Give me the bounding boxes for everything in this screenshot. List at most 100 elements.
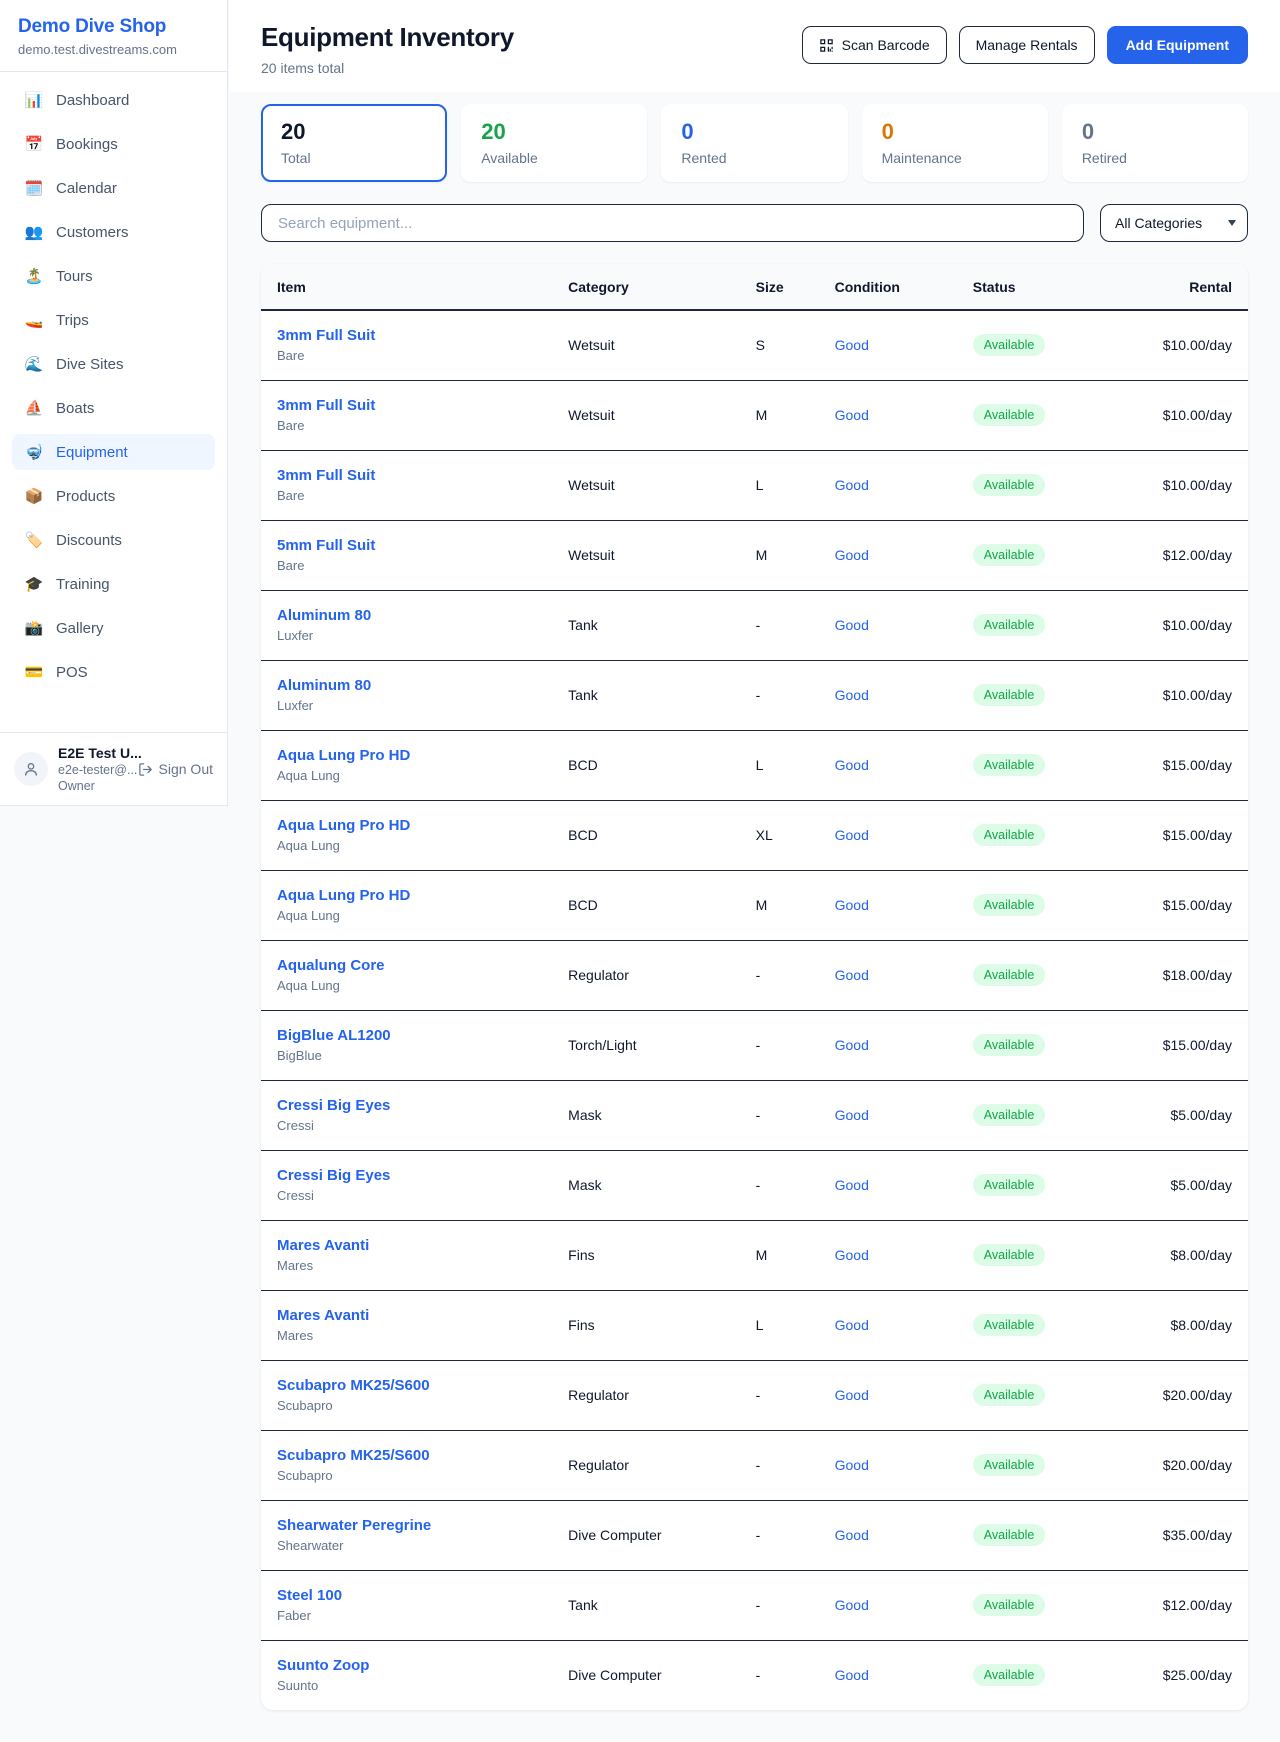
status-badge: Available — [973, 1104, 1046, 1126]
item-link[interactable]: Cressi Big Eyes — [277, 1097, 390, 1114]
item-condition-link[interactable]: Good — [835, 407, 869, 423]
item-condition-link[interactable]: Good — [835, 1107, 869, 1123]
content-area: 20 Total 20 Available 0 Rented 0 — [229, 92, 1280, 1738]
item-condition-cell: Good — [819, 520, 957, 590]
item-cell: Mares Avanti Mares — [261, 1220, 552, 1290]
item-condition-link[interactable]: Good — [835, 827, 869, 843]
item-link[interactable]: Aluminum 80 — [277, 677, 371, 694]
sidebar-item[interactable]: 💳 POS — [12, 654, 215, 690]
item-cell: Aqualung Core Aqua Lung — [261, 940, 552, 1010]
sidebar-item[interactable]: 🚤 Trips — [12, 302, 215, 338]
item-link[interactable]: Scubapro MK25/S600 — [277, 1377, 430, 1394]
stat-card[interactable]: 0 Maintenance — [862, 104, 1048, 182]
item-link[interactable]: BigBlue AL1200 — [277, 1027, 391, 1044]
page-header: Equipment Inventory 20 items total Scan … — [229, 0, 1280, 92]
item-condition-link[interactable]: Good — [835, 1317, 869, 1333]
manage-rentals-button[interactable]: Manage Rentals — [959, 26, 1095, 64]
item-status-cell: Available — [957, 800, 1105, 870]
item-size: - — [740, 940, 819, 1010]
sidebar-item[interactable]: 🤿 Equipment — [12, 434, 215, 470]
item-cell: BigBlue AL1200 BigBlue — [261, 1010, 552, 1080]
item-status-cell: Available — [957, 1290, 1105, 1360]
nav-item-icon: 🚤 — [24, 311, 44, 329]
shop-name[interactable]: Demo Dive Shop — [18, 16, 209, 38]
item-category: BCD — [552, 730, 740, 800]
item-condition-link[interactable]: Good — [835, 1037, 869, 1053]
item-condition-link[interactable]: Good — [835, 757, 869, 773]
item-link[interactable]: 3mm Full Suit — [277, 397, 375, 414]
table-row: 3mm Full Suit Bare Wetsuit M Good Availa… — [261, 380, 1248, 450]
sign-out-icon — [138, 762, 153, 777]
status-badge: Available — [973, 754, 1046, 776]
sidebar-item[interactable]: 📸 Gallery — [12, 610, 215, 646]
item-condition-link[interactable]: Good — [835, 1527, 869, 1543]
item-link[interactable]: Aqua Lung Pro HD — [277, 817, 410, 834]
stat-card[interactable]: 20 Total — [261, 104, 447, 182]
scan-barcode-button[interactable]: Scan Barcode — [802, 26, 947, 64]
search-input[interactable] — [261, 204, 1084, 242]
item-link[interactable]: Suunto Zoop — [277, 1657, 369, 1674]
item-link[interactable]: 3mm Full Suit — [277, 327, 375, 344]
sidebar-item[interactable]: 📅 Bookings — [12, 126, 215, 162]
item-condition-link[interactable]: Good — [835, 477, 869, 493]
stat-card[interactable]: 0 Rented — [661, 104, 847, 182]
item-condition-link[interactable]: Good — [835, 617, 869, 633]
nav-item-label: Tours — [56, 268, 93, 285]
sidebar-item[interactable]: 🏝️ Tours — [12, 258, 215, 294]
item-condition-link[interactable]: Good — [835, 1597, 869, 1613]
item-link[interactable]: 5mm Full Suit — [277, 537, 375, 554]
sidebar-item[interactable]: 📊 Dashboard — [12, 82, 215, 118]
item-condition-cell: Good — [819, 310, 957, 380]
item-link[interactable]: Cressi Big Eyes — [277, 1167, 390, 1184]
status-badge: Available — [973, 1664, 1046, 1686]
item-link[interactable]: 3mm Full Suit — [277, 467, 375, 484]
sidebar-item[interactable]: 🌊 Dive Sites — [12, 346, 215, 382]
nav-item-icon: 🏷️ — [24, 531, 44, 549]
status-badge: Available — [973, 1314, 1046, 1336]
stat-label: Retired — [1082, 150, 1228, 166]
nav-item-label: Bookings — [56, 136, 118, 153]
item-cell: Aqua Lung Pro HD Aqua Lung — [261, 730, 552, 800]
item-brand: Mares — [277, 1258, 536, 1273]
item-condition-link[interactable]: Good — [835, 967, 869, 983]
table-row: Cressi Big Eyes Cressi Mask - Good Avail… — [261, 1080, 1248, 1150]
item-condition-link[interactable]: Good — [835, 337, 869, 353]
sidebar-item[interactable]: 🏷️ Discounts — [12, 522, 215, 558]
item-link[interactable]: Scubapro MK25/S600 — [277, 1447, 430, 1464]
item-brand: Faber — [277, 1608, 536, 1623]
item-link[interactable]: Shearwater Peregrine — [277, 1517, 431, 1534]
sidebar-item[interactable]: 📦 Products — [12, 478, 215, 514]
item-link[interactable]: Aqua Lung Pro HD — [277, 887, 410, 904]
sidebar-item[interactable]: 🗓️ Calendar — [12, 170, 215, 206]
item-link[interactable]: Mares Avanti — [277, 1307, 369, 1324]
item-brand: Bare — [277, 418, 536, 433]
item-condition-link[interactable]: Good — [835, 687, 869, 703]
item-rental: $5.00/day — [1105, 1150, 1248, 1220]
item-cell: Shearwater Peregrine Shearwater — [261, 1500, 552, 1570]
item-link[interactable]: Steel 100 — [277, 1587, 342, 1604]
item-condition-link[interactable]: Good — [835, 1247, 869, 1263]
item-link[interactable]: Aqua Lung Pro HD — [277, 747, 410, 764]
item-condition-link[interactable]: Good — [835, 1457, 869, 1473]
stat-card[interactable]: 20 Available — [461, 104, 647, 182]
item-condition-link[interactable]: Good — [835, 1387, 869, 1403]
item-link[interactable]: Mares Avanti — [277, 1237, 369, 1254]
sidebar-item[interactable]: ⛵ Boats — [12, 390, 215, 426]
sidebar-item[interactable]: 👥 Customers — [12, 214, 215, 250]
add-equipment-button[interactable]: Add Equipment — [1107, 26, 1248, 64]
sidebar-item[interactable]: 🎓 Training — [12, 566, 215, 602]
item-condition-link[interactable]: Good — [835, 897, 869, 913]
sign-out-button[interactable]: Sign Out — [138, 761, 213, 777]
item-condition-link[interactable]: Good — [835, 547, 869, 563]
item-link[interactable]: Aluminum 80 — [277, 607, 371, 624]
item-condition-link[interactable]: Good — [835, 1667, 869, 1683]
item-brand: Cressi — [277, 1188, 536, 1203]
status-badge: Available — [973, 1174, 1046, 1196]
item-cell: Suunto Zoop Suunto — [261, 1640, 552, 1710]
item-link[interactable]: Aqualung Core — [277, 957, 385, 974]
stat-card[interactable]: 0 Retired — [1062, 104, 1248, 182]
table-header: Item Category Size Condition Status Rent… — [261, 264, 1248, 310]
item-condition-link[interactable]: Good — [835, 1177, 869, 1193]
category-select[interactable]: All Categories — [1100, 204, 1248, 242]
column-header-rental: Rental — [1105, 264, 1248, 310]
